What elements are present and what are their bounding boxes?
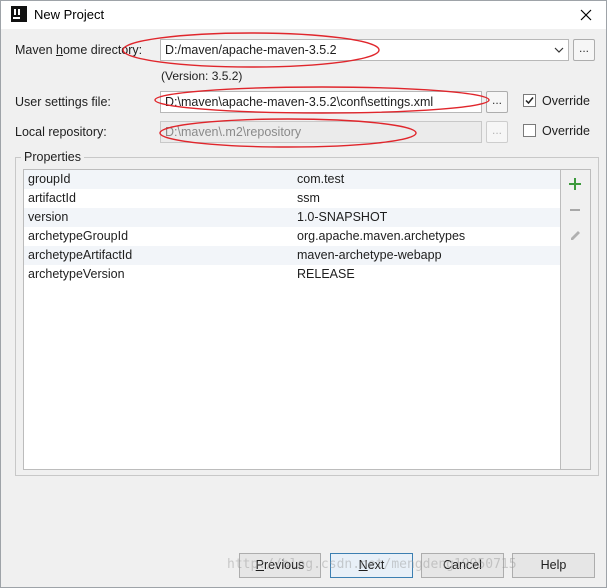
- property-key: version: [28, 210, 69, 224]
- user-settings-input[interactable]: D:\maven\apache-maven-3.5.2\conf\setting…: [160, 91, 482, 113]
- properties-table: groupId com.test artifactId ssm version 1.0…: [23, 169, 561, 470]
- user-settings-override-checkbox[interactable]: [523, 94, 536, 107]
- table-row[interactable]: archetypeArtifactId maven-archetype-webap…: [24, 246, 560, 265]
- local-repo-input[interactable]: D:\maven\.m2\repository: [160, 121, 482, 143]
- new-project-dialog: New Project Maven home directory: D:/mav…: [0, 0, 607, 588]
- local-repo-value: D:\maven\.m2\repository: [165, 125, 302, 139]
- maven-home-value: D:/maven/apache-maven-3.5.2: [165, 43, 337, 57]
- maven-home-browse-button[interactable]: ...: [573, 39, 595, 61]
- previous-button[interactable]: Previous: [239, 553, 321, 578]
- maven-version-text: (Version: 3.5.2): [161, 69, 243, 83]
- property-key: artifactId: [28, 191, 76, 205]
- user-settings-value: D:\maven\apache-maven-3.5.2\conf\setting…: [165, 95, 434, 109]
- dialog-content: Maven home directory: D:/maven/apache-ma…: [1, 29, 606, 587]
- local-repo-label: Local repository:: [15, 125, 107, 139]
- add-icon[interactable]: [567, 176, 583, 192]
- help-button[interactable]: Help: [512, 553, 595, 578]
- properties-toolbar: [561, 169, 591, 470]
- user-settings-browse-button[interactable]: ...: [486, 91, 508, 113]
- next-button[interactable]: Next: [330, 553, 413, 578]
- property-key: archetypeArtifactId: [28, 248, 133, 262]
- local-repo-override-label: Override: [542, 124, 590, 138]
- title-bar: New Project: [1, 1, 606, 29]
- maven-home-label: Maven home directory:: [15, 43, 143, 57]
- property-value: com.test: [297, 172, 345, 186]
- local-repo-override-checkbox[interactable]: [523, 124, 536, 137]
- user-settings-label: User settings file:: [15, 95, 111, 109]
- table-row[interactable]: archetypeVersion RELEASE: [24, 265, 560, 284]
- checkmark-icon: [525, 97, 534, 105]
- properties-title: Properties: [21, 150, 84, 164]
- property-value: ssm: [297, 191, 320, 205]
- cancel-button[interactable]: Cancel: [421, 553, 504, 578]
- property-value: maven-archetype-webapp: [297, 248, 442, 262]
- table-row[interactable]: artifactId ssm: [24, 189, 560, 208]
- edit-icon[interactable]: [567, 226, 583, 242]
- property-value: 1.0-SNAPSHOT: [297, 210, 388, 224]
- intellij-idea-icon: [11, 6, 27, 22]
- close-button[interactable]: [566, 1, 606, 29]
- property-key: archetypeGroupId: [28, 229, 129, 243]
- table-row[interactable]: archetypeGroupId org.apache.maven.archety…: [24, 227, 560, 246]
- window-title: New Project: [34, 7, 105, 22]
- property-key: archetypeVersion: [28, 267, 125, 281]
- property-value: RELEASE: [297, 267, 355, 281]
- local-repo-browse-button[interactable]: ...: [486, 121, 508, 143]
- user-settings-override-label: Override: [542, 94, 590, 108]
- table-row[interactable]: version 1.0-SNAPSHOT: [24, 208, 560, 227]
- maven-home-combo[interactable]: D:/maven/apache-maven-3.5.2: [160, 39, 569, 61]
- remove-icon[interactable]: [567, 202, 583, 218]
- table-row[interactable]: groupId com.test: [24, 170, 560, 189]
- property-key: groupId: [28, 172, 71, 186]
- property-value: org.apache.maven.archetypes: [297, 229, 466, 243]
- close-icon: [580, 9, 592, 21]
- chevron-down-icon[interactable]: [554, 45, 564, 55]
